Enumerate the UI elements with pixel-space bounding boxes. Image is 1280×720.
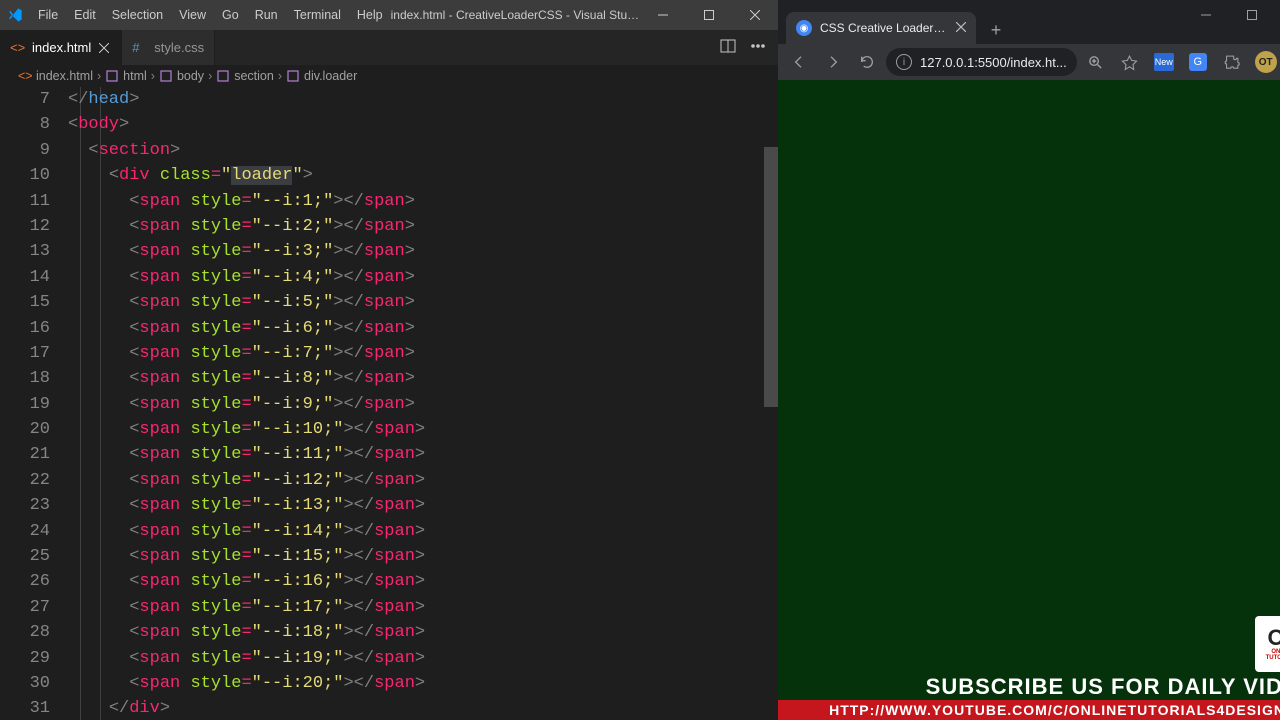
browser-toolbar: i 127.0.0.1:5500/index.ht... New G OT — [778, 44, 1280, 80]
site-info-icon[interactable]: i — [896, 54, 912, 70]
extensions-puzzle-icon[interactable] — [1217, 47, 1247, 77]
video-overlay: OT ONLINE TUTORIALS SUBSCRIBE US FOR DAI… — [778, 674, 1280, 720]
browser-maximize-button[interactable] — [1229, 0, 1275, 30]
minimap-scrollbar[interactable] — [764, 87, 778, 720]
forward-button[interactable] — [818, 47, 848, 77]
translate-extension-icon[interactable]: G — [1183, 47, 1213, 77]
channel-url-text: HTTP://WWW.YOUTUBE.COM/C/ONLINETUTORIALS… — [778, 700, 1280, 720]
tab-label: style.css — [154, 40, 204, 55]
vscode-window: FileEditSelectionViewGoRunTerminalHelp i… — [0, 0, 778, 720]
menu-item-file[interactable]: File — [30, 0, 66, 30]
subscribe-text: SUBSCRIBE US FOR DAILY VIDEO — [778, 674, 1280, 700]
html-file-icon: <> — [18, 69, 32, 83]
extension-badge-icon[interactable]: New — [1149, 47, 1179, 77]
menu-item-selection[interactable]: Selection — [104, 0, 171, 30]
editor-tab-bar: <> index.html # style.css — [0, 30, 778, 65]
browser-tab[interactable]: ◉ CSS Creative Loader Animation E — [786, 12, 976, 44]
address-bar[interactable]: i 127.0.0.1:5500/index.ht... — [886, 48, 1077, 76]
symbol-icon — [286, 69, 300, 83]
menu-item-help[interactable]: Help — [349, 0, 391, 30]
tab-close-icon[interactable] — [956, 21, 966, 35]
breadcrumb-item[interactable]: section — [216, 69, 274, 83]
vscode-titlebar: FileEditSelectionViewGoRunTerminalHelp i… — [0, 0, 778, 30]
channel-logo: OT ONLINE TUTORIALS — [1255, 616, 1280, 672]
breadcrumb-item[interactable]: html — [105, 69, 147, 83]
back-button[interactable] — [784, 47, 814, 77]
window-title: index.html - CreativeLoaderCSS - Visual … — [391, 8, 640, 22]
symbol-icon — [216, 69, 230, 83]
close-button[interactable] — [732, 0, 778, 30]
menu-item-view[interactable]: View — [171, 0, 214, 30]
browser-minimize-button[interactable] — [1183, 0, 1229, 30]
menu-item-run[interactable]: Run — [247, 0, 286, 30]
browser-tab-title: CSS Creative Loader Animation E — [820, 21, 948, 35]
line-number-gutter: 7891011121314151617181920212223242526272… — [0, 87, 68, 720]
menu-bar: FileEditSelectionViewGoRunTerminalHelp — [30, 0, 391, 30]
breadcrumb[interactable]: <>index.html›html›body›section›div.loade… — [0, 65, 778, 87]
new-tab-button[interactable]: + — [982, 16, 1010, 44]
minimize-button[interactable] — [640, 0, 686, 30]
vscode-logo-icon — [0, 7, 30, 23]
favicon-icon: ◉ — [796, 20, 812, 36]
code-editor[interactable]: 7891011121314151617181920212223242526272… — [0, 87, 778, 720]
url-text: 127.0.0.1:5500/index.ht... — [920, 55, 1067, 70]
editor-tab[interactable]: <> index.html — [0, 30, 122, 65]
html-file-icon: <> — [10, 40, 26, 56]
page-viewport: OT ONLINE TUTORIALS SUBSCRIBE US FOR DAI… — [778, 80, 1280, 720]
browser-window: ◉ CSS Creative Loader Animation E + i 12… — [778, 0, 1280, 720]
browser-close-button[interactable] — [1275, 0, 1280, 30]
profile-avatar[interactable]: OT — [1251, 47, 1280, 77]
breadcrumb-item[interactable]: <>index.html — [18, 69, 93, 83]
breadcrumb-item[interactable]: div.loader — [286, 69, 357, 83]
tab-label: index.html — [32, 40, 91, 55]
symbol-icon — [105, 69, 119, 83]
menu-item-go[interactable]: Go — [214, 0, 247, 30]
symbol-icon — [159, 69, 173, 83]
breadcrumb-item[interactable]: body — [159, 69, 204, 83]
reload-button[interactable] — [852, 47, 882, 77]
tab-close-icon[interactable] — [97, 41, 111, 55]
zoom-icon[interactable] — [1081, 47, 1111, 77]
code-content[interactable]: </head><body> <section> <div class="load… — [68, 87, 778, 720]
split-editor-icon[interactable] — [720, 38, 736, 57]
more-actions-icon[interactable] — [750, 38, 766, 57]
editor-tab[interactable]: # style.css — [122, 30, 215, 65]
menu-item-terminal[interactable]: Terminal — [286, 0, 349, 30]
css-file-icon: # — [132, 40, 148, 56]
bookmark-star-icon[interactable] — [1115, 47, 1145, 77]
maximize-button[interactable] — [686, 0, 732, 30]
menu-item-edit[interactable]: Edit — [66, 0, 104, 30]
